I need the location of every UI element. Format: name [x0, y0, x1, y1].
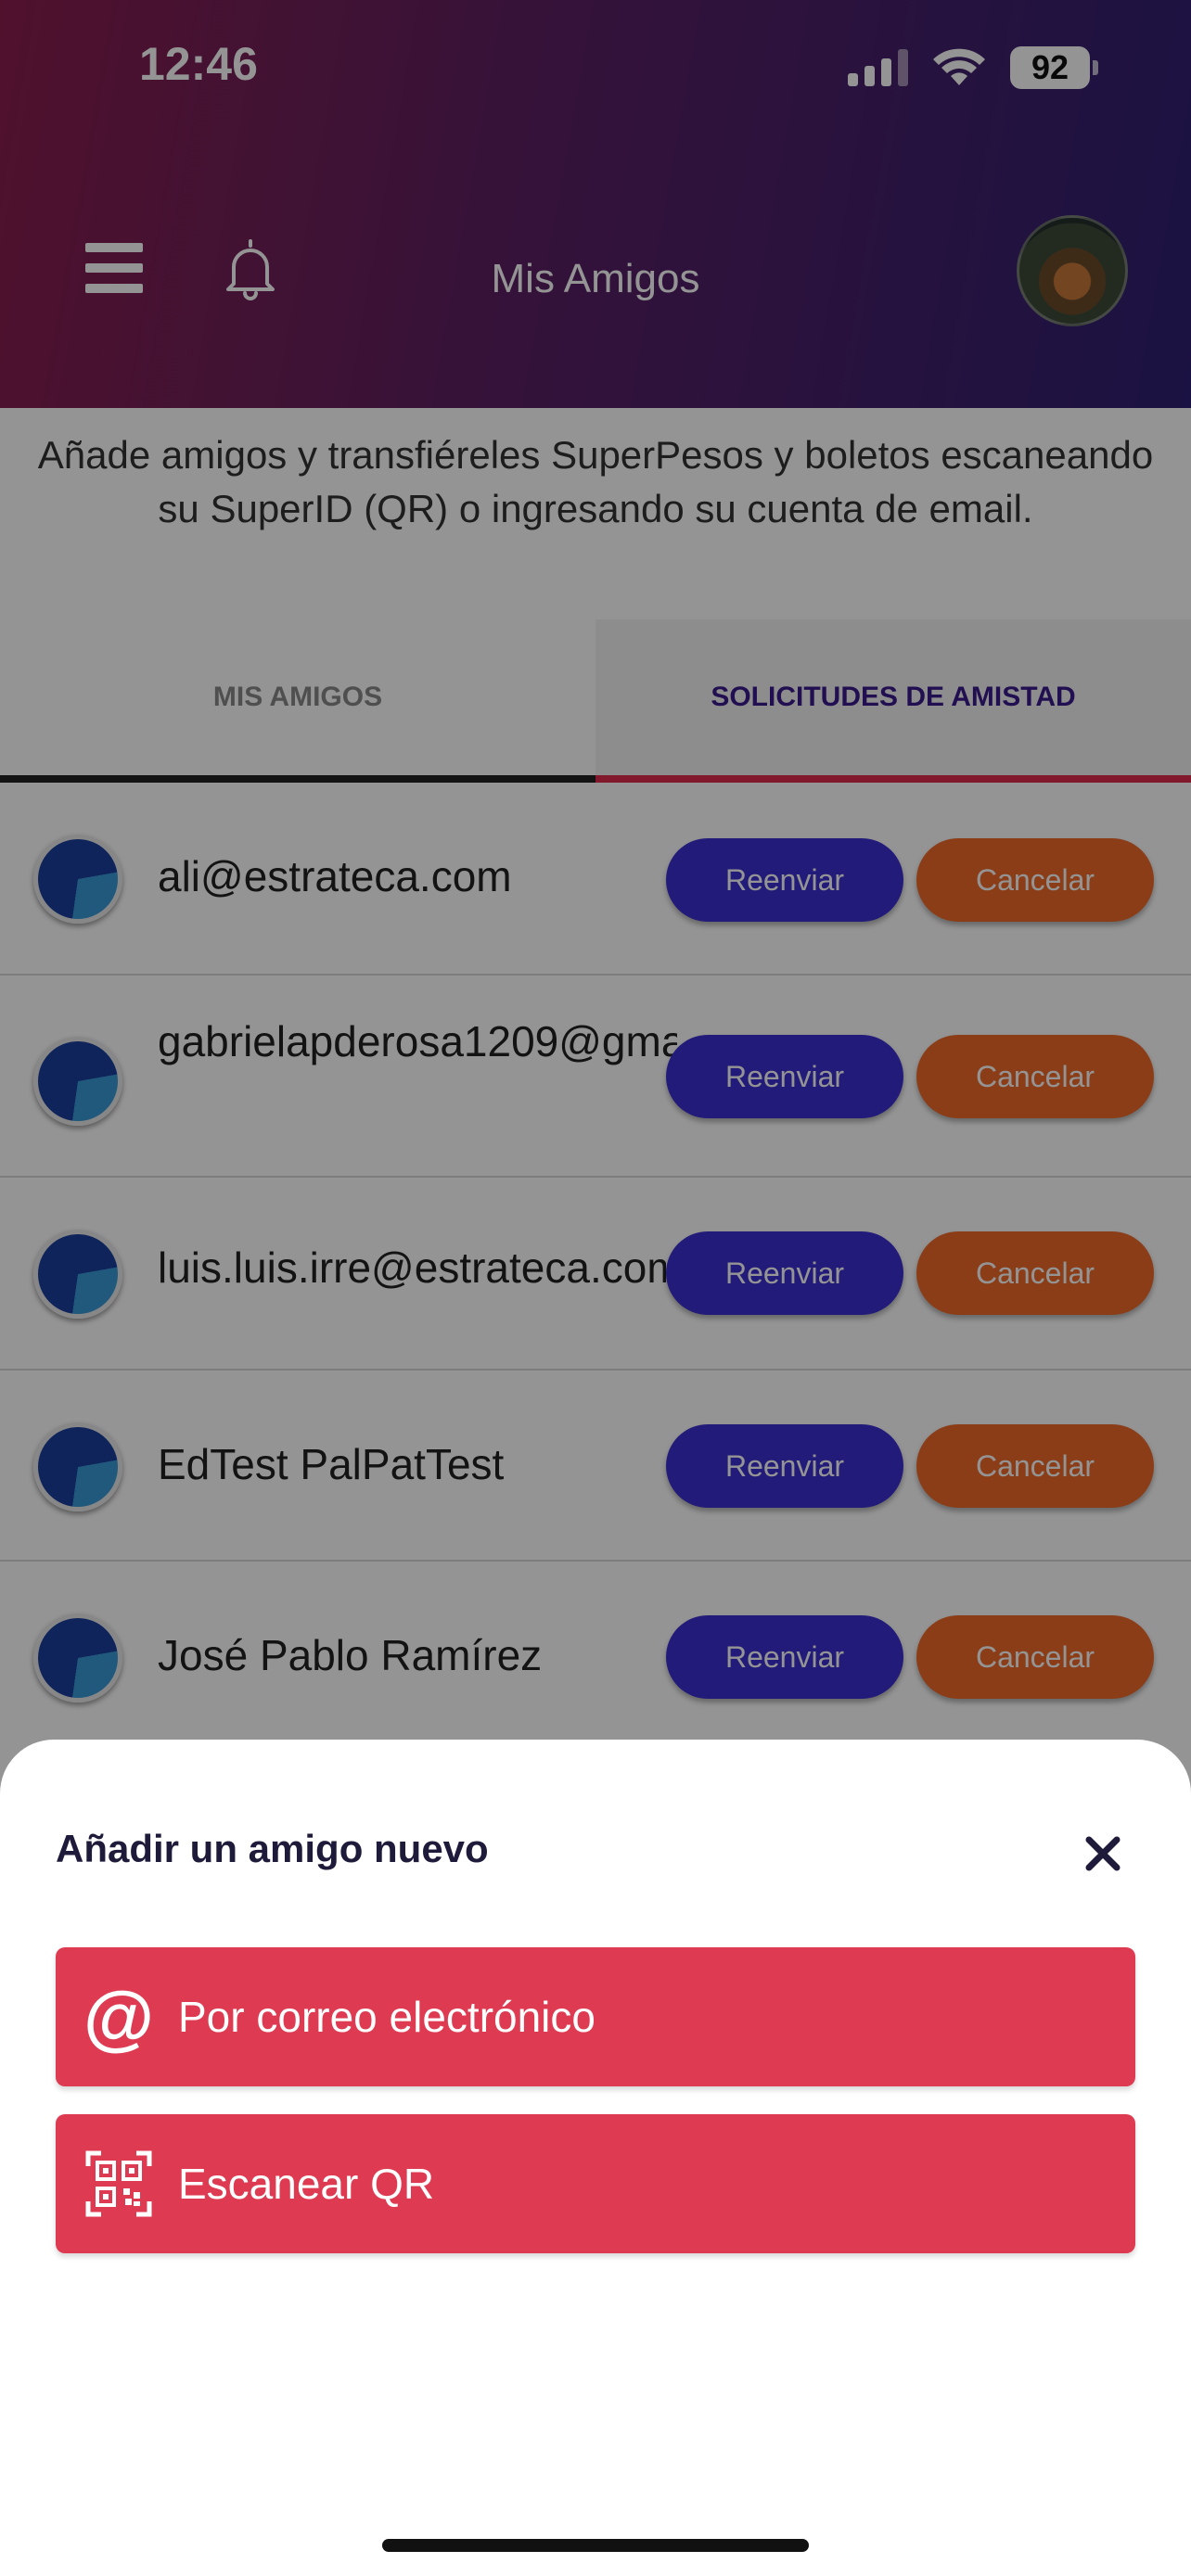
add-by-email-label: Por correo electrónico: [178, 1993, 596, 2041]
scan-qr-label: Escanear QR: [178, 2160, 435, 2208]
add-by-email-button[interactable]: @ Por correo electrónico: [56, 1947, 1135, 2086]
screen: 12:46 92 Mis Amigos Añade amigos y trans…: [0, 0, 1191, 2576]
add-friend-sheet: Añadir un amigo nuevo @ Por correo elect…: [0, 1740, 1191, 2576]
qr-icon: [80, 2145, 158, 2223]
close-icon[interactable]: [1083, 1834, 1122, 1873]
scan-qr-button[interactable]: Escanear QR: [56, 2114, 1135, 2253]
home-indicator[interactable]: [382, 2539, 809, 2552]
at-icon: @: [83, 1975, 155, 2058]
sheet-title: Añadir un amigo nuevo: [56, 1827, 489, 1870]
